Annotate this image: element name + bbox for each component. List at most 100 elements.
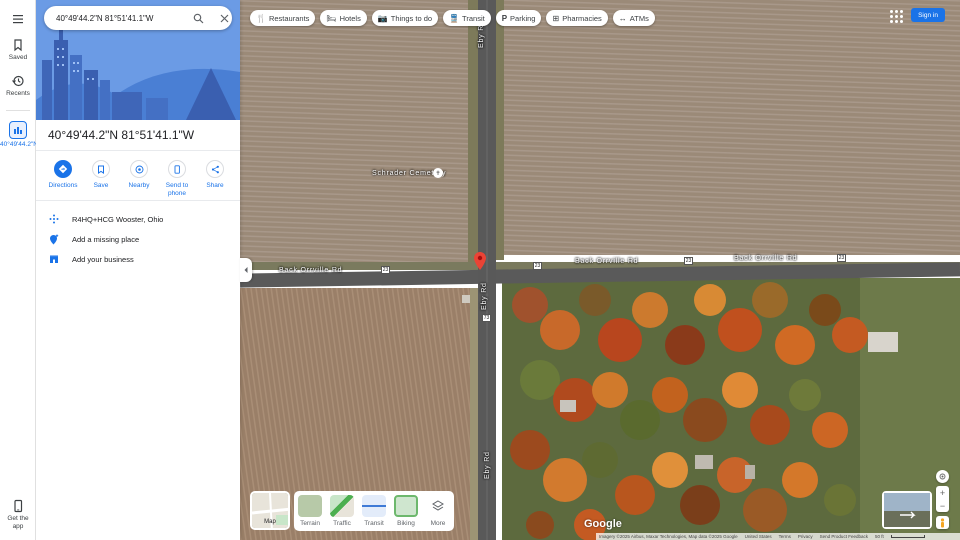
chip-parking[interactable]: P Parking — [495, 10, 542, 26]
layer-traffic[interactable]: Traffic — [329, 495, 355, 527]
maps-app: Schrader Cemetery ✝ Back Orrville Rd Bac… — [0, 0, 960, 540]
save-label: Save — [93, 182, 109, 189]
nearby-button[interactable]: Nearby — [120, 160, 158, 198]
cemetery-pin-icon[interactable]: ✝ — [433, 168, 443, 178]
saved-button[interactable]: Saved — [0, 38, 36, 61]
layer-label: Biking — [397, 520, 415, 527]
transit-icon — [362, 495, 386, 517]
directions-label: Directions — [48, 182, 78, 189]
share-label: Share — [206, 182, 224, 189]
layer-label: Transit — [364, 520, 384, 527]
terms-link[interactable]: Terms — [779, 534, 791, 539]
recents-button[interactable]: Recents — [0, 74, 36, 97]
layer-switcher-map[interactable]: Map — [250, 491, 290, 530]
add-location-icon — [48, 233, 60, 245]
privacy-link[interactable]: Privacy — [798, 534, 813, 539]
chip-label: Transit — [462, 13, 485, 23]
my-location-button[interactable] — [936, 470, 949, 483]
restaurant-icon: 🍴 — [256, 13, 266, 23]
route-shield: 23 — [533, 262, 542, 270]
sign-in-button[interactable]: Sign in — [911, 8, 945, 22]
layer-map-label: Map — [264, 519, 276, 525]
nearby-icon — [130, 160, 148, 178]
send-to-phone-button[interactable]: Send to phone — [158, 160, 196, 198]
category-chips: 🍴 Restaurants 🛏 Hotels 📷 Things to do 🚆 Tran… — [250, 10, 655, 26]
add-business-text: Add your business — [72, 254, 134, 264]
satellite-map[interactable] — [240, 0, 960, 540]
history-icon — [12, 75, 24, 87]
zoom-controls: + − — [936, 486, 949, 512]
zoom-out-button[interactable]: − — [936, 499, 949, 512]
chevron-left-icon — [244, 267, 248, 273]
place-panel: 40°49'44.2"N 81°51'41.1"W Directions Sav… — [36, 0, 240, 540]
chip-label: Pharmacies — [562, 13, 602, 23]
chip-transit[interactable]: 🚆 Transit — [443, 10, 491, 26]
layer-label: More — [430, 520, 446, 527]
share-icon — [206, 160, 224, 178]
layer-label: Terrain — [300, 520, 320, 527]
chip-things-to-do[interactable]: 📷 Things to do — [371, 10, 439, 26]
save-button[interactable]: Save — [82, 160, 120, 198]
get-app-button[interactable]: Get the app — [0, 499, 36, 531]
terrain-icon — [298, 495, 322, 517]
search-input[interactable] — [56, 13, 184, 23]
rail-divider — [6, 110, 30, 111]
add-missing-place-text: Add a missing place — [72, 234, 140, 244]
route-shield: 23 — [837, 254, 846, 262]
add-business-row[interactable]: Add your business — [48, 252, 134, 266]
pegman-button[interactable] — [936, 516, 949, 529]
country-link[interactable]: United States — [745, 534, 772, 539]
layer-terrain[interactable]: Terrain — [297, 495, 323, 527]
my-location-icon — [939, 473, 946, 480]
phone-icon — [14, 499, 23, 513]
camera-icon: 📷 — [377, 13, 388, 23]
location-pin-icon[interactable] — [474, 252, 486, 270]
layer-more[interactable]: More — [425, 495, 451, 527]
zoom-in-button[interactable]: + — [936, 486, 949, 499]
layer-biking[interactable]: Biking — [393, 495, 419, 527]
directions-button[interactable]: Directions — [44, 160, 82, 198]
add-missing-place-row[interactable]: Add a missing place — [48, 232, 139, 246]
attribution-bar: Imagery ©2025 Airbus, Maxar Technologies… — [596, 533, 960, 540]
street-view-thumbnail — [884, 493, 930, 527]
share-button[interactable]: Share — [196, 160, 234, 198]
parking-icon: P — [501, 13, 508, 23]
search-box — [44, 6, 232, 30]
google-apps-button[interactable] — [888, 8, 904, 24]
route-shield: 23 — [684, 257, 693, 265]
road-label-west: Back Orrville Rd — [279, 267, 343, 274]
eby-rd-label-mid: Eby Rd — [481, 282, 488, 310]
saved-label: Saved — [8, 54, 28, 61]
place-title: 40°49'44.2"N 81°51'41.1"W — [48, 128, 195, 142]
layer-label: Traffic — [333, 520, 351, 527]
chip-label: Things to do — [390, 13, 433, 23]
send-to-phone-icon — [168, 160, 186, 178]
chip-atms[interactable]: ↔ ATMs — [612, 10, 655, 26]
chip-label: Hotels — [339, 13, 361, 23]
atm-icon: ↔ — [618, 13, 627, 23]
chip-restaurants[interactable]: 🍴 Restaurants — [250, 10, 316, 26]
clear-search-button[interactable] — [216, 10, 232, 26]
menu-button[interactable] — [0, 12, 36, 28]
send-to-phone-label: Send to phone — [165, 182, 189, 197]
imagery-credit: Imagery ©2025 Airbus, Maxar Technologies… — [599, 534, 738, 539]
collapse-panel-button[interactable] — [240, 258, 252, 282]
plus-code-row[interactable]: R4HQ+HCG Wooster, Ohio — [48, 212, 163, 226]
street-view-preview[interactable] — [882, 491, 932, 529]
feedback-link[interactable]: Send Product Feedback — [820, 534, 868, 539]
chip-hotels[interactable]: 🛏 Hotels — [320, 10, 367, 26]
divider — [36, 200, 240, 201]
nearby-label: Nearby — [128, 182, 150, 189]
chip-pharmacies[interactable]: ⊞ Pharmacies — [546, 10, 608, 26]
road-label-east-2: Back Orrville Rd — [734, 255, 798, 262]
layer-transit[interactable]: Transit — [361, 495, 387, 527]
chip-label: ATMs — [629, 13, 649, 23]
chip-label: Restaurants — [268, 13, 310, 23]
pharmacy-icon: ⊞ — [552, 13, 560, 23]
route-shield: 23 — [381, 266, 390, 274]
scale-bar — [890, 535, 925, 538]
scale-label[interactable]: 50 ft — [875, 534, 884, 539]
current-place-button[interactable]: 40°49'44.2"N — [0, 121, 36, 149]
plus-code-text: R4HQ+HCG Wooster, Ohio — [72, 214, 164, 224]
search-button[interactable] — [190, 10, 206, 26]
